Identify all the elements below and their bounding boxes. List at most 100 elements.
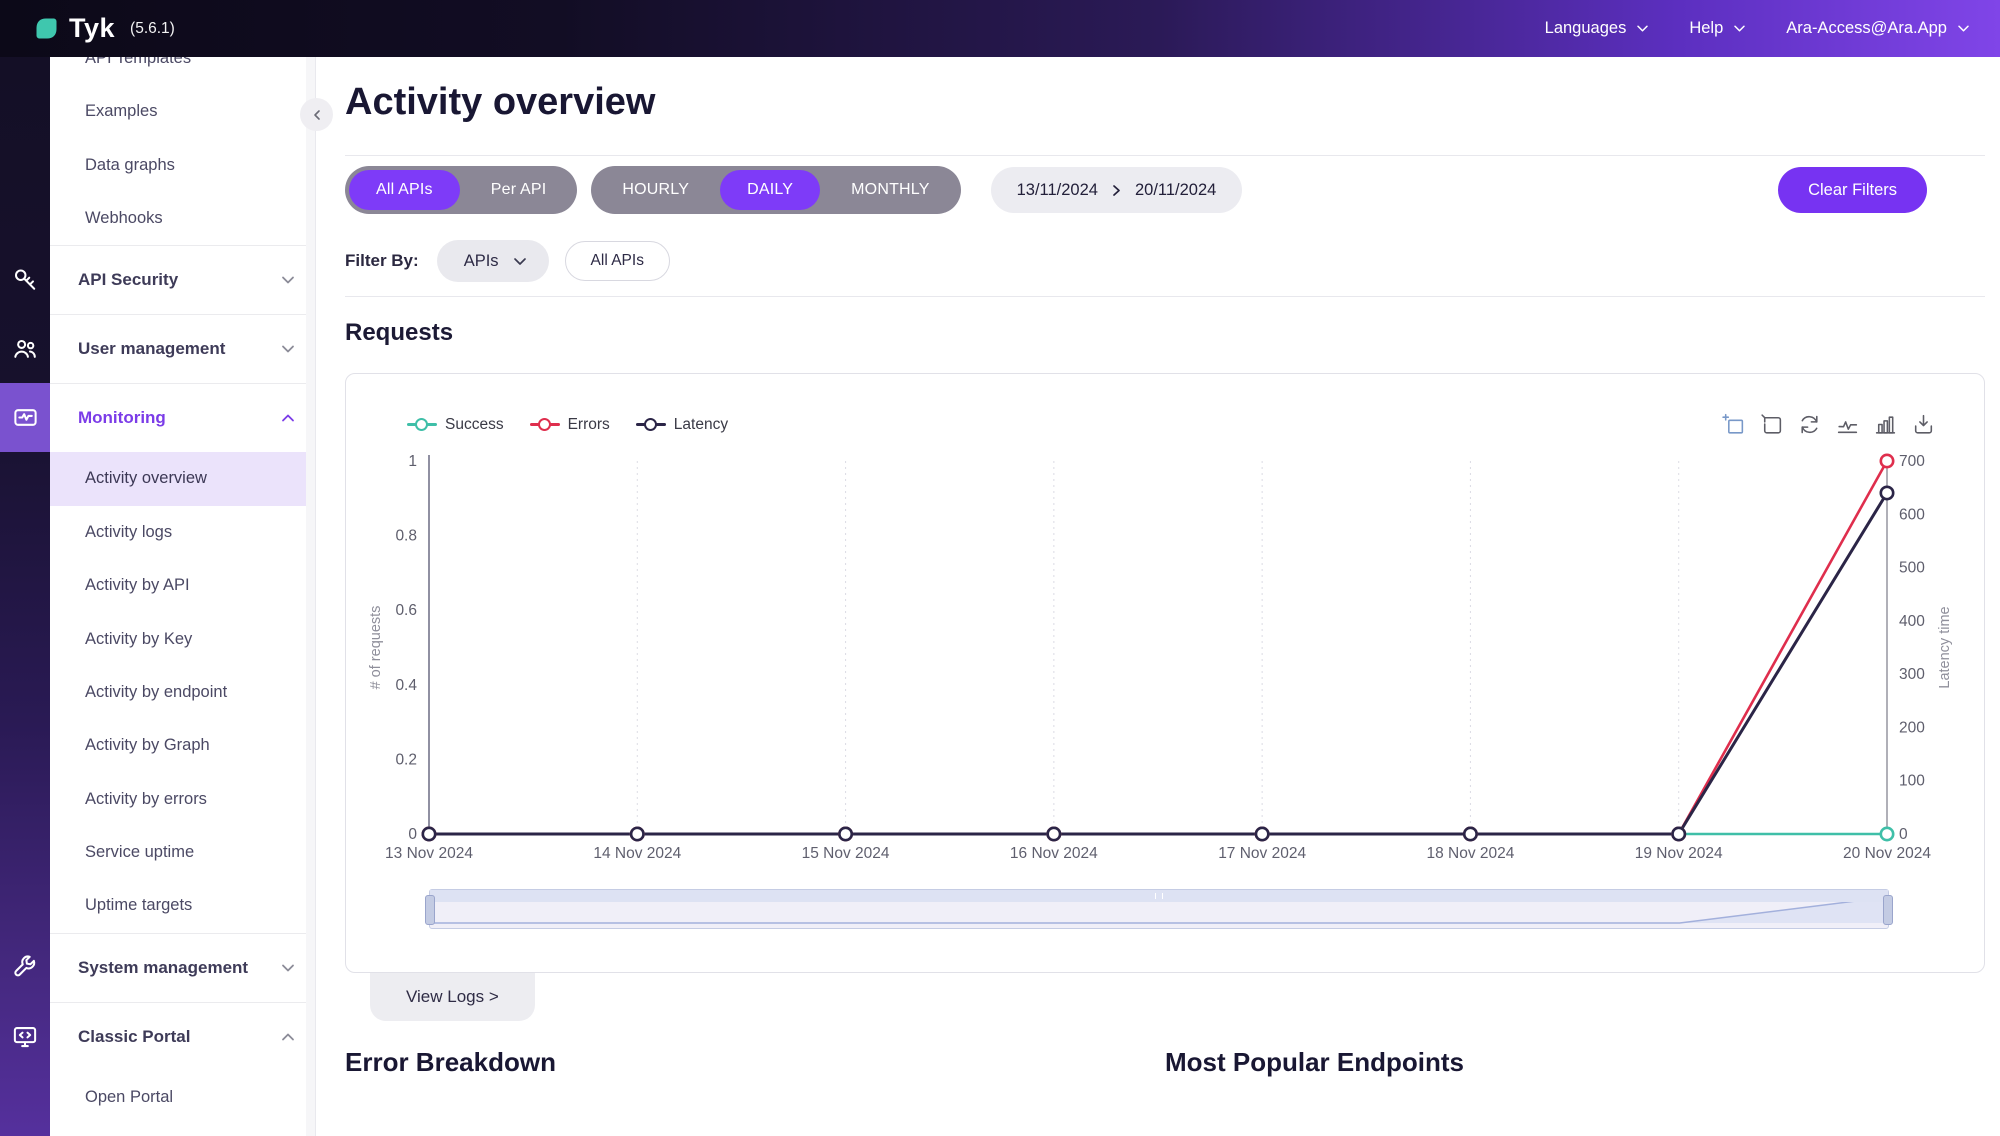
zoom-reset-icon[interactable] bbox=[1759, 412, 1784, 437]
svg-text:# of requests: # of requests bbox=[368, 606, 384, 690]
sidebar-item-api-templates[interactable]: API Templates bbox=[50, 57, 315, 85]
rail-item-monitoring[interactable] bbox=[0, 383, 50, 453]
svg-text:Latency time: Latency time bbox=[1937, 606, 1953, 688]
filter-by-row: Filter By: APIs All APIs bbox=[345, 240, 1985, 296]
app-body: API Templates Examples Data graphs Webhooks… bbox=[0, 57, 2000, 1136]
sidebar-item-label: API Templates bbox=[85, 57, 192, 67]
error-breakdown-title: Error Breakdown bbox=[345, 1047, 556, 1077]
rail-item-user-management[interactable] bbox=[12, 335, 39, 362]
divider bbox=[345, 296, 1985, 297]
scope-option-all-apis[interactable]: All APIs bbox=[349, 170, 460, 210]
popular-endpoints-title: Most Popular Endpoints bbox=[1165, 1047, 1464, 1077]
granularity-option-monthly[interactable]: MONTHLY bbox=[824, 170, 956, 210]
datazoom-grip[interactable] bbox=[1155, 893, 1163, 899]
chevron-down-icon bbox=[282, 345, 294, 353]
sidebar-item-data-graphs[interactable]: Data graphs bbox=[50, 138, 315, 191]
legend-item-latency[interactable]: Latency bbox=[635, 416, 728, 434]
chevron-up-icon bbox=[282, 1033, 294, 1041]
sidebar-item-label: API Security bbox=[78, 270, 179, 290]
view-logs-button[interactable]: View Logs > bbox=[370, 973, 535, 1021]
sidebar-item-label: Activity by Key bbox=[85, 629, 193, 648]
svg-text:14 Nov 2024: 14 Nov 2024 bbox=[593, 845, 681, 862]
topbar-menu-account[interactable]: Ara-Access@Ara.App bbox=[1786, 19, 1970, 38]
sidebar-scrollbar[interactable] bbox=[306, 57, 315, 1136]
sidebar-item-label: Activity by endpoint bbox=[85, 682, 228, 701]
chart-toolbox bbox=[1721, 412, 1936, 437]
filter-type-dropdown[interactable]: APIs bbox=[436, 240, 549, 282]
granularity-option-hourly[interactable]: HOURLY bbox=[595, 170, 716, 210]
sidebar-item-activity-by-endpoint[interactable]: Activity by endpoint bbox=[50, 666, 315, 719]
datazoom-handle-right[interactable] bbox=[1883, 895, 1893, 925]
users-icon bbox=[14, 340, 36, 359]
legend-item-errors[interactable]: Errors bbox=[529, 416, 610, 434]
datazoom-slider[interactable] bbox=[425, 889, 1893, 929]
sidebar-item-activity-by-graph[interactable]: Activity by Graph bbox=[50, 719, 315, 772]
page-title: Activity overview bbox=[345, 81, 656, 123]
topbar-menu-label: Ara-Access@Ara.App bbox=[1786, 19, 1947, 37]
sidebar-item-label: Activity logs bbox=[85, 522, 173, 541]
rail-item-api-security[interactable] bbox=[12, 266, 39, 293]
sidebar-item-system-management[interactable]: System management bbox=[50, 932, 315, 1002]
svg-text:600: 600 bbox=[1899, 506, 1925, 523]
svg-text:0.4: 0.4 bbox=[395, 677, 417, 694]
topbar-menu-languages[interactable]: Languages bbox=[1545, 19, 1650, 38]
requests-section-title: Requests bbox=[345, 319, 454, 346]
sidebar-collapse-button[interactable] bbox=[300, 98, 333, 131]
sidebar-item-activity-by-errors[interactable]: Activity by errors bbox=[50, 773, 315, 826]
area-zoom-icon[interactable] bbox=[1721, 412, 1746, 437]
topbar-menu-help[interactable]: Help bbox=[1689, 19, 1746, 38]
date-range-picker[interactable]: 13/11/2024 20/11/2024 bbox=[990, 167, 1243, 213]
date-from: 13/11/2024 bbox=[1016, 180, 1098, 199]
legend-swatch bbox=[407, 418, 437, 431]
svg-text:18 Nov 2024: 18 Nov 2024 bbox=[1426, 845, 1514, 862]
svg-text:700: 700 bbox=[1899, 453, 1925, 470]
sidebar-item-label: Service uptime bbox=[85, 843, 195, 862]
sidebar-item-open-portal[interactable]: Open Portal bbox=[50, 1071, 315, 1124]
sidebar-item-monitoring[interactable]: Monitoring bbox=[50, 383, 315, 452]
rail-item-system-management[interactable] bbox=[12, 954, 39, 981]
sidebar-item-activity-logs[interactable]: Activity logs bbox=[50, 506, 315, 559]
legend-swatch bbox=[529, 418, 560, 431]
main-content: Activity overview All APIs Per API HOURLY… bbox=[316, 57, 2000, 1136]
key-icon bbox=[14, 269, 36, 290]
legend-swatch bbox=[635, 418, 666, 431]
sidebar-item-examples[interactable]: Examples bbox=[50, 85, 315, 138]
sidebar-item-service-uptime[interactable]: Service uptime bbox=[50, 826, 315, 879]
sidebar-item-label: Activity by Graph bbox=[85, 736, 210, 755]
date-to: 20/11/2024 bbox=[1134, 180, 1217, 199]
api-scope-toggle: All APIs Per API bbox=[345, 166, 578, 214]
bottom-headings: Error Breakdown Most Popular Endpoints bbox=[345, 1047, 1985, 1078]
legend-item-success[interactable]: Success bbox=[407, 416, 504, 434]
product-name: Tyk bbox=[69, 13, 116, 43]
rail-item-classic-portal[interactable] bbox=[12, 1023, 39, 1050]
sidebar-item-settings[interactable]: Settings bbox=[50, 1124, 315, 1136]
sidebar-item-activity-by-key[interactable]: Activity by Key bbox=[50, 612, 315, 665]
sidebar-item-uptime-targets[interactable]: Uptime targets bbox=[50, 879, 315, 932]
datazoom-handle-left[interactable] bbox=[425, 895, 435, 925]
sidebar-item-activity-overview[interactable]: Activity overview bbox=[50, 452, 315, 506]
filter-value-chip[interactable]: All APIs bbox=[564, 241, 670, 281]
svg-text:16 Nov 2024: 16 Nov 2024 bbox=[1010, 845, 1098, 862]
sidebar-item-webhooks[interactable]: Webhooks bbox=[50, 192, 315, 245]
chevron-left-icon bbox=[313, 109, 320, 120]
line-chart-icon[interactable] bbox=[1835, 412, 1860, 437]
clear-filters-button[interactable]: Clear Filters bbox=[1778, 167, 1927, 213]
restore-icon[interactable] bbox=[1797, 412, 1822, 437]
sidebar-item-user-management[interactable]: User management bbox=[50, 314, 315, 383]
sidebar-item-activity-by-api[interactable]: Activity by API bbox=[50, 559, 315, 612]
download-icon[interactable] bbox=[1911, 412, 1936, 437]
bar-chart-icon[interactable] bbox=[1873, 412, 1898, 437]
sidebar-item-api-security[interactable]: API Security bbox=[50, 245, 315, 314]
svg-text:20 Nov 2024: 20 Nov 2024 bbox=[1843, 845, 1931, 862]
svg-text:13 Nov 2024: 13 Nov 2024 bbox=[385, 845, 473, 862]
sidebar-item-label: Activity by errors bbox=[85, 789, 207, 808]
svg-text:17 Nov 2024: 17 Nov 2024 bbox=[1218, 845, 1306, 862]
sidebar-item-classic-portal[interactable]: Classic Portal bbox=[50, 1001, 315, 1071]
chevron-down-icon bbox=[282, 964, 294, 972]
granularity-option-daily[interactable]: DAILY bbox=[720, 170, 821, 210]
chart-header: Success Errors Latency bbox=[407, 412, 1936, 437]
sidebar-item-label: Activity overview bbox=[85, 469, 207, 488]
requests-chart-card: Success Errors Latency 0 0.2 0.4 0.6 0.8 1 0 10… bbox=[345, 373, 1985, 973]
scope-option-per-api[interactable]: Per API bbox=[464, 170, 574, 210]
svg-text:500: 500 bbox=[1899, 560, 1925, 577]
